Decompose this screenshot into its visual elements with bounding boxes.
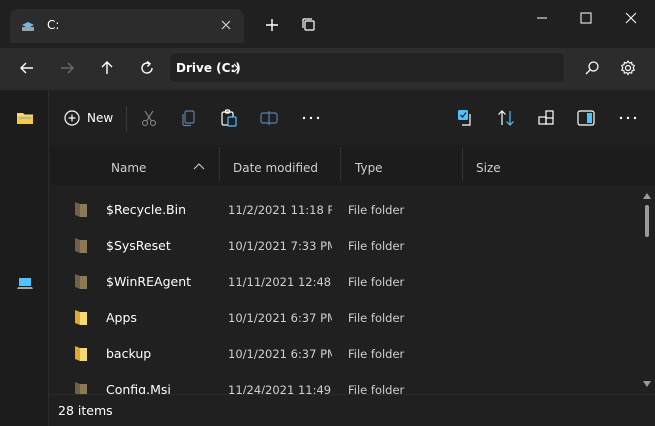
tab-drive-c[interactable]: C: xyxy=(10,9,244,43)
rename-icon[interactable] xyxy=(258,107,280,129)
new-button[interactable]: New xyxy=(63,107,113,129)
file-type: File folder xyxy=(348,239,405,253)
list-item[interactable]: Apps 10/1/2021 6:37 PM File folder xyxy=(60,299,632,335)
see-more-icon[interactable] xyxy=(617,107,639,129)
hidden-folder-icon xyxy=(75,382,87,394)
file-date: 11/24/2021 11:49... xyxy=(228,383,332,394)
maximize-icon[interactable] xyxy=(576,8,596,28)
close-tab-icon[interactable] xyxy=(219,18,233,32)
title-bar: C: xyxy=(0,0,655,48)
list-item[interactable]: $WinREAgent 11/11/2021 12:48... File fol… xyxy=(60,263,632,299)
list-item[interactable]: $SysReset 10/1/2021 7:33 PM File folder xyxy=(60,227,632,263)
file-date: 10/1/2021 6:37 PM xyxy=(228,347,332,361)
column-name[interactable]: Name xyxy=(111,161,146,175)
forward-arrow-icon[interactable] xyxy=(57,58,77,78)
scroll-down-icon[interactable] xyxy=(643,381,651,387)
file-type: File folder xyxy=(348,275,405,289)
cut-icon[interactable] xyxy=(138,107,160,129)
this-pc-icon[interactable] xyxy=(16,276,34,292)
file-type: File folder xyxy=(348,311,405,325)
navigation-pane xyxy=(0,90,49,426)
file-name: Config.Msi xyxy=(106,382,171,394)
file-name: $SysReset xyxy=(106,238,171,253)
navigation-bar: Drive (C:) xyxy=(0,48,655,90)
column-type[interactable]: Type xyxy=(355,161,383,175)
file-name: backup xyxy=(106,346,152,361)
plus-circle-icon xyxy=(64,110,80,126)
hidden-folder-icon xyxy=(75,274,87,289)
back-arrow-icon[interactable] xyxy=(17,58,37,78)
chevron-right-icon[interactable] xyxy=(230,61,242,75)
select-icon[interactable] xyxy=(455,107,477,129)
up-arrow-icon[interactable] xyxy=(97,58,117,78)
column-header: Name Date modified Type Size xyxy=(50,145,655,185)
tab-title: C: xyxy=(47,18,60,32)
file-name: $WinREAgent xyxy=(106,274,192,289)
address-bar[interactable]: Drive (C:) xyxy=(169,52,565,83)
scroll-thumb[interactable] xyxy=(645,205,649,237)
drive-icon xyxy=(22,22,34,31)
command-bar: New xyxy=(50,98,655,138)
list-item[interactable]: backup 10/1/2021 6:37 PM File folder xyxy=(60,335,632,371)
details-pane-icon[interactable] xyxy=(575,107,597,129)
column-size[interactable]: Size xyxy=(476,161,501,175)
folder-icon xyxy=(75,346,87,361)
file-name: $Recycle.Bin xyxy=(106,202,187,217)
list-item[interactable]: Config.Msi 11/24/2021 11:49... File fold… xyxy=(60,371,632,394)
sort-icon[interactable] xyxy=(495,107,517,129)
file-name: Apps xyxy=(106,310,137,325)
more-options-icon[interactable] xyxy=(300,107,322,129)
file-type: File folder xyxy=(348,203,405,217)
minimize-icon[interactable] xyxy=(532,8,552,28)
file-date: 11/2/2021 11:18 PM xyxy=(228,203,332,217)
file-list: $Recycle.Bin 11/2/2021 11:18 PM File fol… xyxy=(50,191,640,394)
search-icon[interactable] xyxy=(582,58,602,78)
column-divider[interactable] xyxy=(219,147,220,181)
hidden-folder-icon xyxy=(75,202,87,217)
divider xyxy=(126,106,127,132)
paste-icon[interactable] xyxy=(218,107,240,129)
file-type: File folder xyxy=(348,383,405,394)
hidden-folder-icon xyxy=(75,238,87,253)
view-icon[interactable] xyxy=(535,107,557,129)
gear-icon[interactable] xyxy=(618,58,638,78)
status-bar: 28 items xyxy=(50,394,655,426)
file-type: File folder xyxy=(348,347,405,361)
file-date: 10/1/2021 7:33 PM xyxy=(228,239,332,253)
column-divider[interactable] xyxy=(340,147,341,181)
folder-icon[interactable] xyxy=(16,110,34,126)
column-date-modified[interactable]: Date modified xyxy=(233,161,318,175)
chevron-up-icon[interactable] xyxy=(193,162,205,170)
column-divider[interactable] xyxy=(462,147,463,181)
list-item[interactable]: $Recycle.Bin 11/2/2021 11:18 PM File fol… xyxy=(60,191,632,227)
refresh-icon[interactable] xyxy=(137,58,157,78)
new-tab-icon[interactable] xyxy=(263,16,281,34)
new-button-label: New xyxy=(87,111,114,125)
folder-icon xyxy=(75,310,87,325)
file-date: 11/11/2021 12:48... xyxy=(228,275,332,289)
file-date: 10/1/2021 6:37 PM xyxy=(228,311,332,325)
vertical-scrollbar[interactable] xyxy=(641,191,653,394)
copy-icon[interactable] xyxy=(178,107,200,129)
item-count: 28 items xyxy=(58,403,113,418)
tab-list-icon[interactable] xyxy=(300,16,318,34)
close-icon[interactable] xyxy=(621,8,641,28)
scroll-up-icon[interactable] xyxy=(643,193,651,199)
